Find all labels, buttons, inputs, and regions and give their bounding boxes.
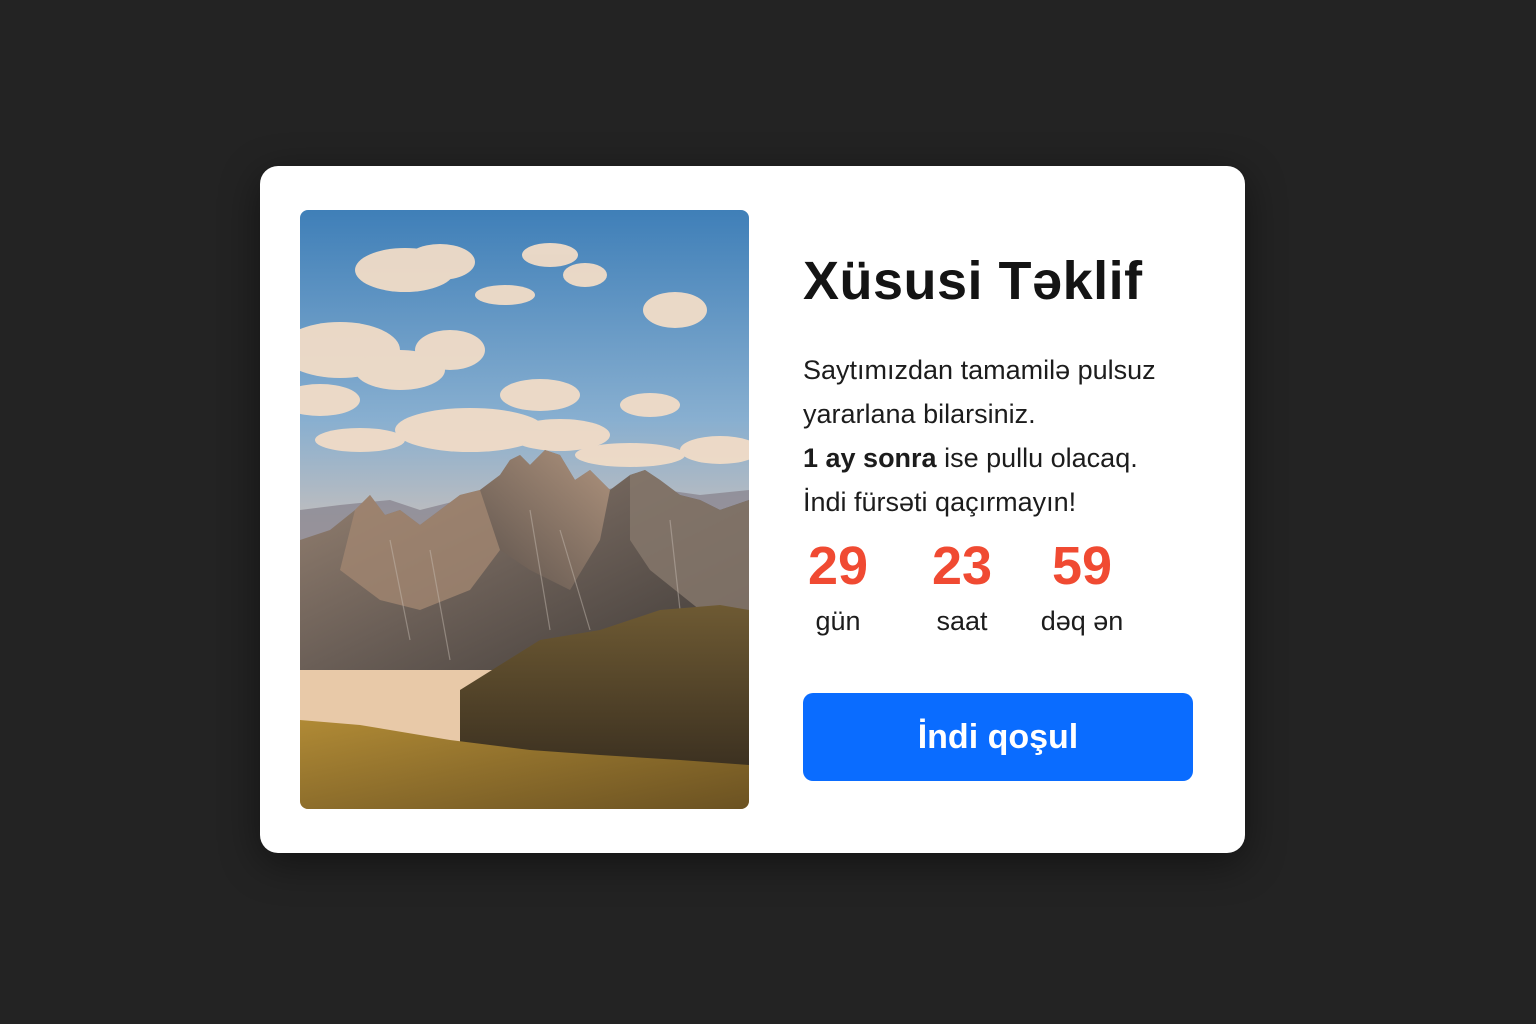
join-now-button[interactable]: İndi qoşul	[803, 693, 1193, 781]
description-line: 1 ay sonra ise pullu olacaq.	[803, 436, 1203, 480]
description-line: İndi fürsəti qaçırmayın!	[803, 487, 1077, 517]
description-line: yararlana bilarsiniz.	[803, 399, 1036, 429]
description-text: ise pullu olacaq.	[936, 443, 1138, 473]
countdown-value: 23	[931, 536, 993, 596]
description-line: Saytımızdan tamamilə pulsuz	[803, 355, 1156, 385]
countdown-label: saat	[936, 606, 988, 636]
countdown-label: dəq ən	[1040, 606, 1124, 636]
countdown-hours: 23 saat	[907, 536, 1017, 638]
offer-content: Xüsusi Təklif Saytımızdan tamamilə pulsu…	[803, 246, 1203, 781]
countdown-minutes: 59 dəq ən	[1027, 536, 1137, 638]
countdown-label: gün	[815, 606, 861, 636]
countdown-timer: 29 gün 23 saat 59 dəq ən	[803, 536, 1163, 656]
offer-description: Saytımızdan tamamilə pulsuz yararlana bi…	[803, 348, 1203, 524]
countdown-days: 29 gün	[783, 536, 893, 638]
offer-card: Xüsusi Təklif Saytımızdan tamamilə pulsu…	[260, 166, 1245, 853]
countdown-value: 59	[1051, 536, 1113, 596]
description-bold-text: 1 ay sonra	[803, 443, 937, 473]
offer-title: Xüsusi Təklif	[803, 251, 1143, 311]
countdown-value: 29	[807, 536, 869, 596]
mountain-landscape-image	[300, 210, 749, 809]
